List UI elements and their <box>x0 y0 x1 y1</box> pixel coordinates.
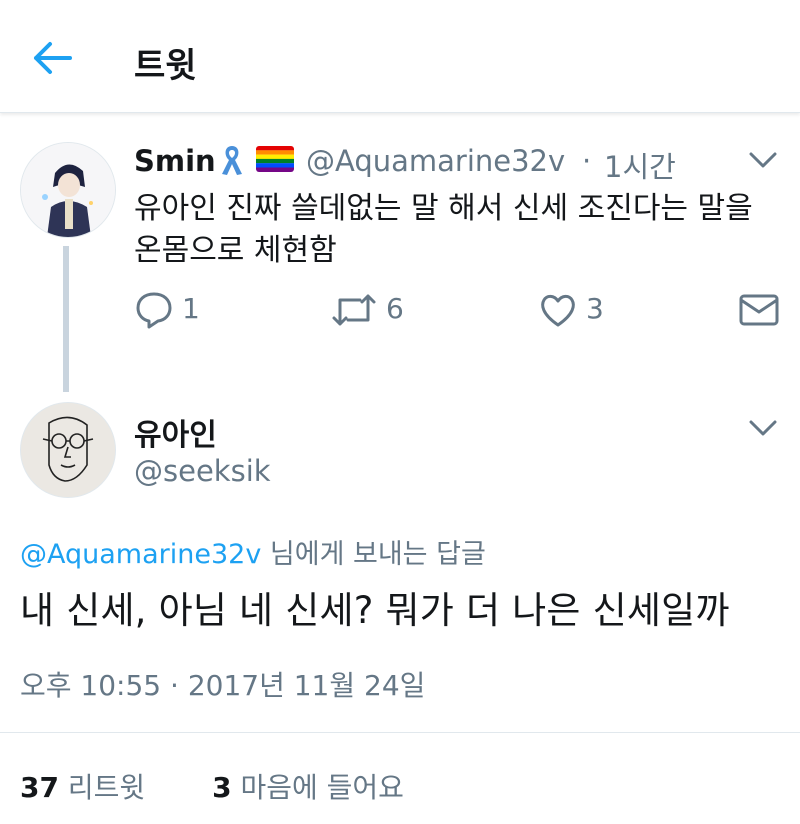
parent-tweet-text: 유아인 진짜 쓸데없는 말 해서 신세 조진다는 말을 온몸으로 체현함 <box>134 191 753 268</box>
avatar[interactable] <box>20 402 116 498</box>
retweet-icon <box>332 294 376 326</box>
retweets-count: 37 <box>20 771 59 804</box>
parent-author-handle[interactable]: @Aquamarine32v <box>306 144 565 178</box>
thread-line <box>63 246 69 392</box>
reply-button[interactable]: 1 <box>134 290 204 330</box>
reply-to-suffix: 님에게 보내는 답글 <box>261 539 486 570</box>
reply-icon <box>136 292 172 329</box>
like-count: 3 <box>586 292 604 325</box>
retweets-label: 리트윗 <box>67 771 146 804</box>
retweet-count: 6 <box>386 292 404 325</box>
rainbow-flag-icon <box>256 146 294 172</box>
reply-mention-link[interactable]: @Aquamarine32v <box>20 539 261 570</box>
retweets-stat[interactable]: 37 리트윗 <box>20 771 145 804</box>
author-handle[interactable]: @seeksik <box>134 454 271 488</box>
back-arrow-icon[interactable] <box>30 38 76 78</box>
reply-count: 1 <box>182 292 200 325</box>
avatar[interactable] <box>20 142 116 238</box>
tweet-text: 내 신세, 아님 네 신세? 뭐가 더 나은 신세일까 <box>20 589 730 632</box>
top-bar: 트윗 <box>0 0 800 113</box>
heart-icon <box>541 294 575 327</box>
parent-tweet-time[interactable]: 1시간 <box>604 144 676 186</box>
author-name[interactable]: 유아인 <box>134 410 217 454</box>
envelope-icon[interactable] <box>738 290 780 330</box>
retweet-button[interactable]: 6 <box>330 290 410 330</box>
tweet-timestamp: 오후 10:55 · 2017년 11월 24일 <box>20 669 426 702</box>
chevron-down-icon[interactable] <box>748 150 778 170</box>
parent-author-name[interactable]: Smin <box>134 144 216 178</box>
likes-count: 3 <box>212 771 232 804</box>
likes-label: 마음에 들어요 <box>240 771 404 804</box>
divider <box>0 732 800 733</box>
replying-to-line: @Aquamarine32v 님에게 보내는 답글 <box>20 532 486 571</box>
chevron-down-icon[interactable] <box>748 418 778 438</box>
page-title: 트윗 <box>134 46 197 86</box>
likes-stat[interactable]: 3 마음에 들어요 <box>212 771 404 804</box>
separator-dot: · <box>582 144 592 178</box>
like-button[interactable]: 3 <box>538 290 608 330</box>
ribbon-icon <box>218 142 246 178</box>
tweet-stats: 37 리트윗 3 마음에 들어요 <box>20 766 462 806</box>
